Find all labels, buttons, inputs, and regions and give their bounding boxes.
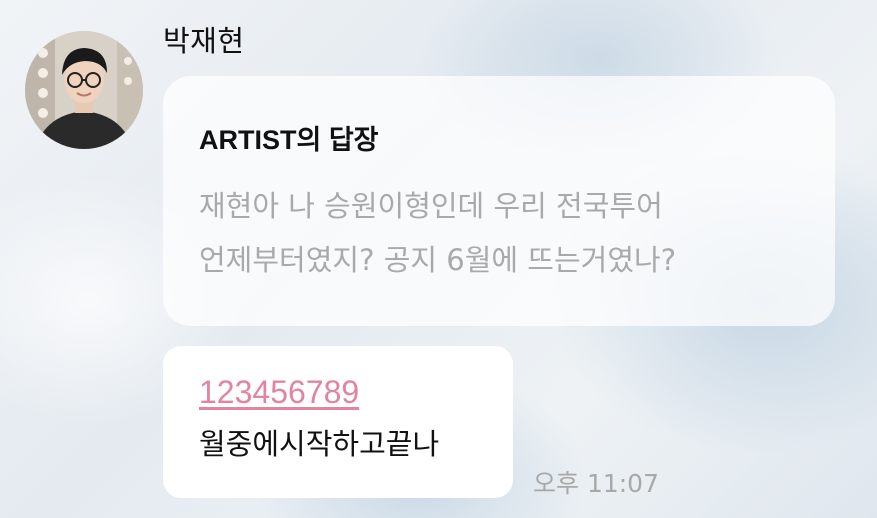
avatar[interactable]: [25, 31, 143, 149]
reply-title: ARTIST의 답장: [199, 125, 379, 155]
quoted-message-line-2: 언제부터였지? 공지 6월에 뜨는거였나?: [199, 243, 677, 277]
message-bubble: 123456789 월중에시작하고끝나: [163, 346, 513, 498]
sender-name: 박재현: [163, 24, 245, 58]
artist-reply-card: ARTIST의 답장 재현아 나 승원이형인데 우리 전국투어 언제부터였지? …: [163, 76, 835, 326]
message-text: 월중에시작하고끝나: [199, 427, 440, 461]
avatar-photo-icon: [25, 31, 143, 149]
quoted-message-line-1: 재현아 나 승원이형인데 우리 전국투어: [199, 189, 663, 223]
number-link[interactable]: 123456789: [199, 374, 359, 411]
message-timestamp: 오후 11:07: [533, 469, 659, 498]
